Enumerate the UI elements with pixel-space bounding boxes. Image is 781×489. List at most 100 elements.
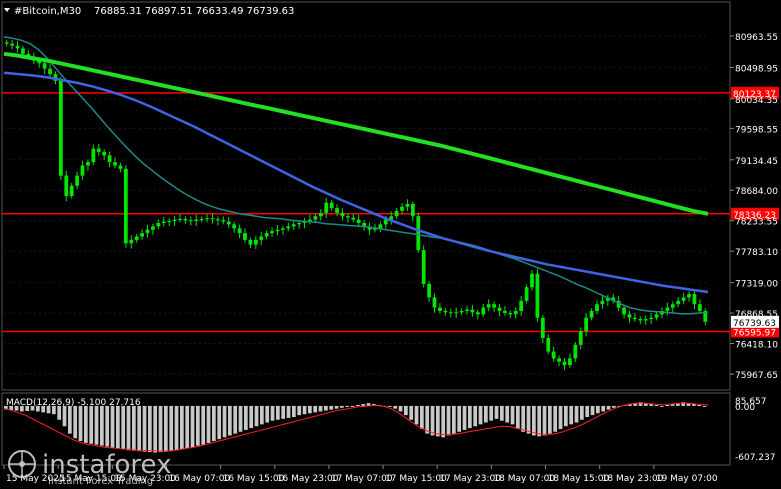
candle-body — [481, 307, 486, 315]
candle-body — [654, 314, 659, 318]
macd-bar — [318, 405, 323, 412]
macd-bar — [105, 405, 110, 447]
macd-bar — [436, 405, 440, 437]
macd-bar — [345, 405, 350, 407]
macd-bar — [324, 405, 328, 411]
macd-bar — [500, 405, 504, 421]
price-tick-label: 77783.10 — [735, 248, 778, 258]
macd-bar — [265, 405, 270, 423]
candle-body — [427, 283, 432, 298]
macd-bar — [388, 405, 392, 407]
macd-bar — [137, 405, 142, 452]
macd-bar — [169, 405, 174, 452]
macd-bar — [164, 405, 168, 452]
candle-body — [568, 358, 572, 366]
price-tick-label: 80963.55 — [735, 33, 778, 43]
macd-bar — [452, 405, 456, 434]
macd-bar — [505, 405, 510, 423]
candle-body — [102, 151, 107, 156]
macd-bar — [132, 405, 136, 451]
candle-body — [448, 312, 453, 314]
macd-bar — [340, 405, 344, 408]
time-tick-label: 19 May 07:00 — [656, 474, 718, 484]
macd-bar — [542, 405, 547, 436]
macd-bar — [94, 405, 99, 445]
macd-bar — [516, 405, 520, 430]
macd-bar — [228, 405, 232, 436]
macd-tick-label: 0.00 — [735, 403, 755, 413]
candle-body — [178, 218, 182, 220]
macd-bar — [580, 405, 584, 420]
macd-bar — [302, 405, 307, 415]
macd-bar — [233, 405, 238, 434]
macd-bar — [185, 405, 190, 449]
candle-body — [410, 204, 415, 217]
macd-bar — [292, 405, 296, 417]
candle-body — [145, 229, 150, 234]
macd-bar — [329, 405, 334, 410]
macd-bar — [270, 405, 275, 421]
candle-body — [589, 310, 594, 318]
macd-bar — [334, 405, 339, 409]
candle-body — [64, 175, 69, 196]
time-tick-label: 17 May 07:00 — [331, 474, 393, 484]
chart-header: #Bitcoin,M30 76885.31 76897.51 76633.49 … — [4, 6, 294, 17]
candle-body — [329, 202, 334, 209]
macd-bar — [398, 405, 403, 412]
macd-bar — [180, 405, 184, 450]
candle-body — [113, 162, 117, 166]
candle-body — [188, 220, 193, 222]
candle-body — [443, 310, 448, 313]
macd-bar — [414, 405, 419, 425]
macd-bar — [201, 405, 206, 445]
candle-body — [140, 233, 144, 237]
candle-body — [465, 309, 469, 311]
macd-bar — [612, 405, 616, 408]
time-tick-label: 17 May 15:00 — [385, 474, 447, 484]
candle-body — [503, 310, 507, 313]
macd-bar — [606, 405, 611, 410]
candle-body — [519, 300, 524, 311]
candle-body — [340, 212, 345, 217]
candle-body — [475, 312, 480, 315]
price-tick-label: 80034.35 — [735, 96, 778, 106]
macd-bar — [84, 405, 88, 443]
macd-label: MACD(12,26,9) -5.100 27.716 — [6, 398, 141, 408]
candle-body — [584, 317, 589, 332]
macd-bar — [420, 405, 424, 430]
candle-body — [48, 68, 52, 75]
macd-bar — [521, 405, 526, 432]
candle-body — [692, 294, 697, 305]
candle-body — [134, 236, 139, 240]
candle-body — [80, 165, 85, 176]
candle-body — [21, 48, 25, 54]
macd-bar — [73, 405, 78, 439]
macd-bar — [430, 405, 435, 436]
candle-body — [232, 224, 237, 229]
candle-body — [86, 162, 90, 166]
macd-bar — [510, 405, 515, 425]
chart-canvas[interactable]: 80123.3778336.2376595.9776739.63 80963.5… — [0, 0, 781, 489]
macd-bar — [100, 405, 104, 446]
candle-body — [345, 216, 350, 218]
macd-bar — [585, 405, 590, 417]
candle-body — [421, 250, 426, 284]
candle-body — [123, 168, 128, 244]
macd-bar — [446, 405, 451, 436]
macd-bar — [308, 405, 312, 414]
price-tick-label: 78684.00 — [735, 187, 778, 197]
candle-body — [670, 304, 675, 308]
macd-bar — [217, 405, 222, 440]
macd-bar — [532, 405, 536, 436]
macd-bar — [190, 405, 195, 448]
macd-bar — [313, 405, 318, 413]
price-tick-label: 79134.45 — [735, 157, 778, 167]
candle-body — [676, 300, 681, 305]
macd-bar — [126, 405, 131, 451]
macd-bar — [590, 405, 595, 416]
candle-body — [221, 220, 226, 222]
candle-body — [508, 312, 513, 315]
level-label: 76595.97 — [733, 329, 776, 339]
price-tick-label: 77319.00 — [735, 280, 778, 290]
macd-bar — [206, 405, 211, 443]
